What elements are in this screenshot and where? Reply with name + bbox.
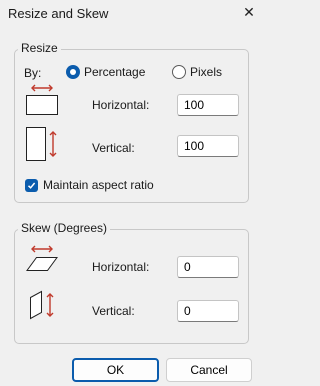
by-label: By: xyxy=(24,66,42,80)
skew-horizontal-label: Horizontal: xyxy=(92,260,150,274)
pixels-label: Pixels xyxy=(190,65,223,79)
close-icon: ✕ xyxy=(243,3,255,20)
close-button[interactable]: ✕ xyxy=(240,3,258,21)
percentage-label: Percentage xyxy=(84,65,146,79)
resize-legend: Resize xyxy=(18,41,61,55)
resize-vertical-icon xyxy=(26,127,57,161)
percentage-radio[interactable] xyxy=(66,65,80,79)
maintain-aspect-ratio-checkbox[interactable] xyxy=(25,178,38,192)
skew-vertical-icon xyxy=(30,290,54,320)
resize-horizontal-icon xyxy=(26,84,58,115)
resize-vertical-label: Vertical: xyxy=(92,141,135,155)
skew-vertical-input[interactable]: 0 xyxy=(177,300,239,322)
window-title: Resize and Skew xyxy=(8,6,109,21)
ok-button[interactable]: OK xyxy=(72,358,159,382)
resize-horizontal-input[interactable]: 100 xyxy=(177,94,239,116)
pixels-radio[interactable] xyxy=(172,65,186,79)
skew-horizontal-input[interactable]: 0 xyxy=(177,256,239,278)
cancel-button[interactable]: Cancel xyxy=(166,358,252,382)
resize-vertical-input[interactable]: 100 xyxy=(177,135,239,157)
resize-horizontal-label: Horizontal: xyxy=(92,98,150,112)
skew-horizontal-icon xyxy=(26,245,58,271)
maintain-aspect-ratio-label: Maintain aspect ratio xyxy=(43,178,154,192)
checkmark-icon xyxy=(27,182,36,189)
skew-vertical-label: Vertical: xyxy=(92,304,135,318)
skew-legend: Skew (Degrees) xyxy=(18,221,111,235)
maintain-aspect-ratio-option[interactable]: Maintain aspect ratio xyxy=(25,178,154,192)
pixels-radio-option[interactable]: Pixels xyxy=(172,65,222,79)
percentage-radio-option[interactable]: Percentage xyxy=(66,65,145,79)
